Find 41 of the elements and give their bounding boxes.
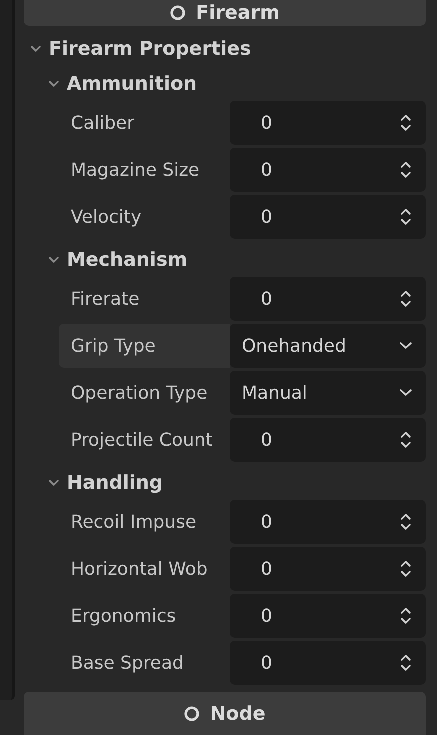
section-header[interactable]: Ammunition xyxy=(24,66,426,101)
up-down-arrows-icon xyxy=(400,160,412,180)
field-label: Ergonomics xyxy=(70,604,178,628)
up-down-arrows-icon xyxy=(400,289,412,309)
number-field[interactable]: 0 xyxy=(230,148,426,192)
chevron-down-icon xyxy=(400,389,412,397)
section-header[interactable]: Handling xyxy=(24,465,426,500)
dropdown[interactable]: Manual xyxy=(230,371,426,415)
up-down-arrows-icon xyxy=(400,606,412,626)
number-field[interactable]: 0 xyxy=(230,641,426,685)
field-label: Operation Type xyxy=(70,382,209,406)
panel-button[interactable]: Node xyxy=(24,692,426,735)
field-label: Velocity xyxy=(70,206,143,230)
field-label: Recoil Impuse xyxy=(70,510,198,534)
section-header[interactable]: Mechanism xyxy=(24,242,426,277)
number-field[interactable]: 0 xyxy=(230,277,426,321)
number-field[interactable]: 0 xyxy=(230,547,426,591)
circle-icon xyxy=(170,5,186,21)
panel-header[interactable]: Firearm Properties xyxy=(24,31,426,66)
number-field[interactable]: 0 xyxy=(230,594,426,638)
up-down-arrows-icon xyxy=(400,512,412,532)
up-down-arrows-icon xyxy=(400,653,412,673)
chevron-down-icon xyxy=(400,342,412,350)
up-down-arrows-icon xyxy=(400,113,412,133)
up-down-arrows-icon xyxy=(400,207,412,227)
field-label: Projectile Count xyxy=(70,428,214,452)
field-label: Base Spread xyxy=(70,652,185,676)
field-label: Caliber xyxy=(70,112,136,136)
field-label: Firerate xyxy=(70,288,141,312)
up-down-arrows-icon xyxy=(400,559,412,579)
number-field[interactable]: 0 xyxy=(230,195,426,239)
number-field[interactable]: 0 xyxy=(230,418,426,462)
field-label: Grip Type xyxy=(59,324,230,368)
up-down-arrows-icon xyxy=(400,430,412,450)
number-field[interactable]: 0 xyxy=(230,101,426,145)
circle-icon xyxy=(184,706,200,722)
field-label: Magazine Size xyxy=(70,158,201,182)
panel-button[interactable]: Firearm xyxy=(24,0,426,26)
field-label: Horizontal Wob xyxy=(70,558,209,582)
number-field[interactable]: 0 xyxy=(230,500,426,544)
dropdown[interactable]: Onehanded xyxy=(230,324,426,368)
